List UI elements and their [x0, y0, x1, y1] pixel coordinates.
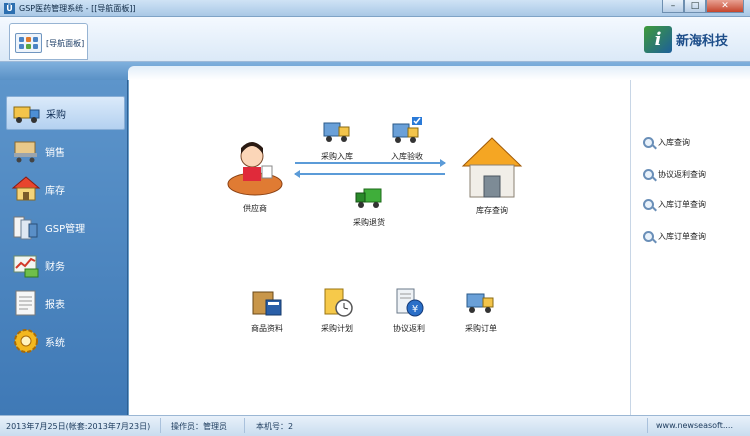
flow-arrow-forward	[295, 159, 446, 167]
sidebar-item-gsp[interactable]: GSP管理	[6, 210, 125, 244]
close-button[interactable]: ✕	[706, 0, 744, 13]
sidebar-item-label: 采购	[46, 109, 66, 121]
sidebar-item-purchase[interactable]: 采购	[6, 96, 125, 130]
brand-name: 新海科技	[675, 33, 728, 49]
cart-icon	[11, 136, 41, 166]
purchase-return-node[interactable]: 采购退货	[347, 184, 391, 228]
query-label: 入库订单查询	[658, 200, 706, 209]
flow-arrow-back	[294, 170, 445, 178]
inventory-query-label: 库存查询	[476, 206, 508, 215]
app-icon: Ü	[4, 3, 15, 14]
sidebar-item-label: 报表	[45, 299, 65, 311]
supplier-node[interactable]: 供应商	[225, 136, 285, 214]
status-machine: 本机号：2	[256, 422, 294, 431]
status-bar: 2013年7月25日(帐套:2013年7月23日) 操作员：管理员 本机号：2 …	[0, 415, 750, 436]
purchase-order-node[interactable]: 采购订单	[459, 286, 503, 334]
purchase-order-label: 采购订单	[465, 324, 497, 333]
inbound-check-node[interactable]: 入库验收	[385, 116, 429, 162]
query-label: 入库查询	[658, 138, 690, 147]
return-truck-icon	[355, 188, 382, 208]
truck-check-icon	[392, 117, 422, 143]
search-icon	[643, 137, 654, 148]
money-chart-icon	[11, 250, 41, 280]
supplier-icon	[227, 142, 283, 196]
query-label: 协议返利查询	[658, 170, 706, 179]
svg-text:¥: ¥	[412, 304, 418, 315]
sidebar-item-sales[interactable]: 销售	[6, 134, 125, 168]
house-icon	[11, 174, 41, 204]
status-divider	[160, 418, 161, 433]
sidebar-item-label: 销售	[45, 147, 65, 159]
documents-icon	[11, 212, 41, 242]
window-controls: – □ ✕	[662, 0, 744, 14]
sidebar-item-finance[interactable]: 财务	[6, 248, 125, 282]
status-divider	[647, 418, 648, 433]
query-panel: 入库查询 协议返利查询 入库订单查询 入库订单查询	[630, 80, 750, 415]
minimize-button[interactable]: –	[662, 0, 684, 13]
brand-logo: i 新海科技	[643, 24, 728, 54]
truck-icon	[466, 293, 494, 313]
status-website: www.newseasoft....	[656, 421, 734, 430]
maximize-button[interactable]: □	[684, 0, 706, 13]
query-inbound[interactable]: 入库查询	[643, 137, 690, 148]
agreement-rebate-label: 协议返利	[393, 324, 425, 333]
status-divider	[244, 418, 245, 433]
status-date: 2013年7月25日(帐套:2013年7月23日)	[6, 422, 151, 431]
sidebar-item-reports[interactable]: 报表	[6, 286, 125, 320]
calculator-yen-icon: ¥	[396, 288, 424, 317]
inbound-check-label: 入库验收	[391, 152, 423, 161]
purchase-in-node[interactable]: 采购入库	[315, 118, 359, 162]
purchase-in-label: 采购入库	[321, 152, 353, 161]
title-bar: Ü GSP医药管理系统 - [[导航面板]] – □ ✕	[0, 0, 750, 17]
gear-icon	[11, 326, 41, 356]
search-icon	[643, 231, 654, 242]
content-top-band	[128, 66, 750, 80]
query-inbound-order-2[interactable]: 入库订单查询	[643, 231, 706, 242]
query-inbound-order[interactable]: 入库订单查询	[643, 199, 706, 210]
window-title: GSP医药管理系统 - [[导航面板]]	[19, 4, 136, 13]
sidebar: 采购 销售 库存 GSP管理 财务 报表 系统	[0, 80, 128, 415]
nav-panel-label: [导航面板]	[46, 39, 85, 48]
sidebar-item-label: GSP管理	[45, 223, 86, 235]
search-icon	[643, 169, 654, 180]
sidebar-item-inventory[interactable]: 库存	[6, 172, 125, 206]
query-label: 入库订单查询	[658, 232, 706, 241]
main-panel: 供应商 采购入库 入库验收 采购退货 库存查询 商品资料 采购计划 ¥ 协议返利…	[129, 80, 630, 415]
sidebar-item-label: 财务	[45, 261, 65, 273]
sidebar-item-system[interactable]: 系统	[6, 324, 125, 358]
nav-panel-tab[interactable]: [导航面板]	[9, 23, 88, 60]
sidebar-item-label: 库存	[45, 185, 65, 197]
ribbon-header: [导航面板] i 新海科技	[0, 17, 750, 62]
brand-mark-icon: i	[643, 25, 672, 53]
query-agreement-rebate[interactable]: 协议返利查询	[643, 169, 706, 180]
nav-grid-icon	[15, 33, 42, 53]
truck-icon	[12, 98, 42, 128]
warehouse-icon	[461, 137, 523, 198]
product-info-node[interactable]: 商品资料	[245, 286, 289, 334]
inventory-query-node[interactable]: 库存查询	[459, 136, 525, 216]
agreement-rebate-node[interactable]: ¥ 协议返利	[387, 286, 431, 334]
product-box-icon	[252, 291, 282, 316]
truck-icon	[323, 122, 350, 142]
report-icon	[11, 288, 41, 318]
purchase-return-label: 采购退货	[353, 218, 385, 227]
status-operator: 操作员：管理员	[171, 422, 227, 431]
purchase-plan-label: 采购计划	[321, 324, 353, 333]
purchase-plan-node[interactable]: 采购计划	[315, 286, 359, 334]
supplier-label: 供应商	[243, 204, 267, 213]
product-info-label: 商品资料	[251, 324, 283, 333]
search-icon	[643, 199, 654, 210]
folder-clock-icon	[324, 288, 353, 317]
sidebar-item-label: 系统	[45, 337, 65, 349]
